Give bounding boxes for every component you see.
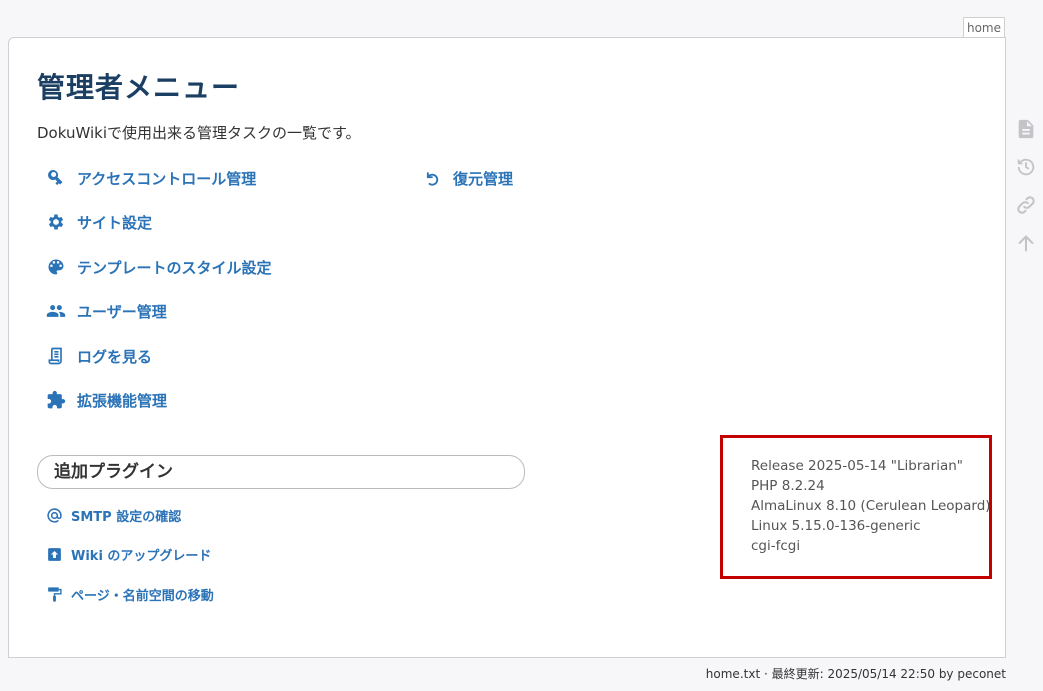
admin-item-extension[interactable]: 拡張機能管理	[45, 387, 167, 413]
palette-icon	[45, 256, 67, 278]
admin-item-config-label: サイト設定	[77, 213, 153, 232]
admin-item-usermanager-label: ユーザー管理	[77, 302, 167, 321]
version-release: Release 2025-05-14 "Librarian"	[751, 458, 963, 474]
users-icon	[45, 300, 67, 322]
paint-roller-icon	[45, 585, 63, 603]
admin-item-logviewer-label: ログを見る	[77, 347, 153, 366]
plugin-item-move-label: ページ・名前空間の移動	[71, 588, 214, 604]
plugin-item-smtp[interactable]: SMTP 設定の確認	[45, 504, 181, 526]
intro-text: DokuWikiで使用出来る管理タスクの一覧です。	[37, 124, 361, 142]
history-icon	[1017, 158, 1035, 176]
show-page-icon	[1018, 119, 1034, 139]
page-title: 管理者メニュー	[37, 71, 241, 104]
key-icon	[45, 167, 67, 189]
admin-item-config[interactable]: サイト設定	[45, 209, 152, 235]
page-tool-history[interactable]	[1012, 148, 1040, 186]
admin-item-logviewer[interactable]: ログを見る	[45, 343, 152, 369]
gear-icon	[45, 211, 67, 233]
version-info-box: Release 2025-05-14 "Librarian" PHP 8.2.2…	[720, 435, 992, 579]
plugin-item-upgrade[interactable]: Wiki のアップグレード	[45, 543, 211, 565]
version-kernel: Linux 5.15.0-136-generic	[751, 518, 921, 534]
version-sapi: cgi-fcgi	[751, 538, 801, 554]
version-os: AlmaLinux 8.10 (Cerulean Leopard)	[751, 498, 991, 514]
plugin-item-upgrade-label: Wiki のアップグレード	[71, 548, 212, 564]
log-icon	[45, 345, 67, 367]
backlinks-icon	[1017, 196, 1035, 214]
page-tool-show[interactable]	[1012, 110, 1040, 148]
plugin-item-smtp-label: SMTP 設定の確認	[71, 509, 182, 525]
undo-icon	[421, 167, 443, 189]
additional-plugins-heading: 追加プラグイン	[37, 455, 525, 489]
at-icon	[45, 506, 63, 524]
main-content: 管理者メニュー DokuWikiで使用出来る管理タスクの一覧です。 アクセスコン…	[8, 37, 1006, 658]
page-tab-home[interactable]: home	[963, 17, 1005, 38]
page-tool-backlinks[interactable]	[1012, 186, 1040, 224]
version-php: PHP 8.2.24	[751, 478, 825, 494]
admin-item-revert[interactable]: 復元管理	[421, 165, 513, 191]
page-tool-top[interactable]	[1012, 224, 1040, 262]
plugin-item-move[interactable]: ページ・名前空間の移動	[45, 583, 214, 605]
admin-item-style-label: テンプレートのスタイル設定	[77, 258, 272, 277]
admin-item-revert-label: 復元管理	[453, 169, 514, 188]
admin-item-acl-label: アクセスコントロール管理	[77, 169, 257, 188]
admin-item-style[interactable]: テンプレートのスタイル設定	[45, 254, 272, 280]
admin-item-usermanager[interactable]: ユーザー管理	[45, 298, 167, 324]
page-tools	[1012, 110, 1040, 262]
admin-item-extension-label: 拡張機能管理	[77, 391, 168, 410]
admin-item-acl[interactable]: アクセスコントロール管理	[45, 165, 256, 191]
upgrade-icon	[45, 545, 63, 563]
page-footer-info: home.txt · 最終更新: 2025/05/14 22:50 by pec…	[705, 667, 1006, 681]
back-to-top-icon	[1018, 235, 1034, 252]
puzzle-icon	[45, 389, 67, 411]
